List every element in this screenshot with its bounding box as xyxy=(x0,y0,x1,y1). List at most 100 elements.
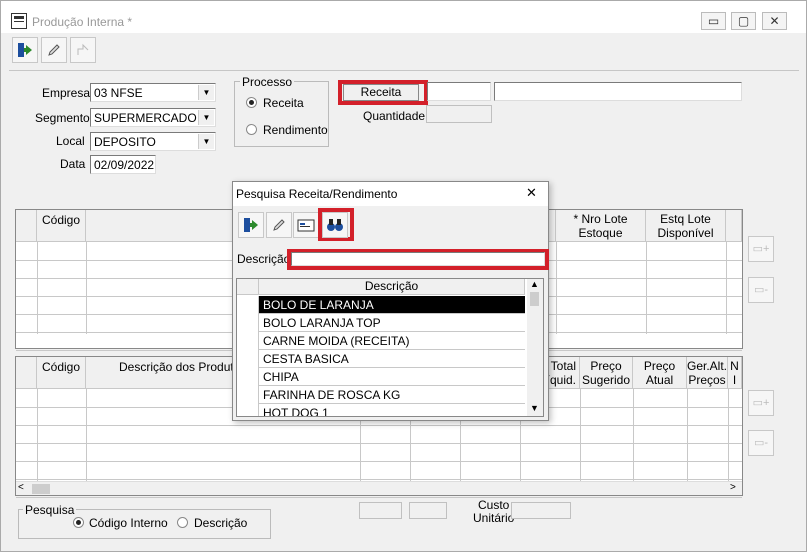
new-icon xyxy=(77,43,89,55)
dialog-exit-button[interactable] xyxy=(238,212,264,238)
toolbar-separator xyxy=(9,70,799,71)
pesquisa-title: Pesquisa xyxy=(23,503,77,517)
window-title: Produção Interna * xyxy=(32,15,133,29)
new-button[interactable] xyxy=(70,37,96,63)
receita-desc-field[interactable] xyxy=(494,82,742,101)
scroll-thumb[interactable] xyxy=(530,292,539,306)
custo-unitario-field xyxy=(511,502,571,519)
radio-descricao[interactable] xyxy=(177,517,188,528)
segmento-value: SUPERMERCADO xyxy=(94,111,197,125)
radio-receita[interactable] xyxy=(246,97,257,108)
grid-col-line xyxy=(37,242,38,334)
dialog-close-button[interactable]: ✕ xyxy=(526,185,537,201)
receita-code-field[interactable] xyxy=(427,82,491,101)
dialog-descricao-label: Descrição xyxy=(237,252,291,266)
list-item[interactable]: BOLO LARANJA TOP xyxy=(259,314,525,332)
total-field-1 xyxy=(359,502,402,519)
total-field-2 xyxy=(409,502,447,519)
grid1-add-button[interactable]: ▭+ xyxy=(748,236,774,262)
exit-icon xyxy=(18,43,32,57)
grid-col-line xyxy=(728,389,729,481)
pencil-icon xyxy=(273,219,285,231)
data-field[interactable]: 02/09/2022 xyxy=(90,155,156,174)
pencil-icon xyxy=(48,44,60,56)
processo-group xyxy=(234,81,329,147)
radio-receita-label[interactable]: Receita xyxy=(263,96,304,110)
row-indicator-column xyxy=(237,296,259,416)
grid-col-line xyxy=(86,242,87,334)
app-icon xyxy=(11,13,27,29)
col-n: N I xyxy=(728,357,742,389)
grid2-remove-button[interactable]: ▭- xyxy=(748,430,774,456)
horizontal-scrollbar[interactable]: < > xyxy=(16,481,742,495)
maximize-button[interactable]: ▢ xyxy=(731,12,756,30)
list-item[interactable]: CHIPA xyxy=(259,368,525,386)
vertical-scrollbar[interactable]: ▲ ▼ xyxy=(527,279,543,416)
grid-col-line xyxy=(726,242,727,334)
col-preco-atual: Preço Atual xyxy=(633,357,687,389)
local-label: Local xyxy=(56,134,85,148)
grid-col-line xyxy=(580,389,581,481)
empresa-label: Empresa xyxy=(42,86,91,100)
radio-rendimento[interactable] xyxy=(246,124,257,135)
scroll-left-icon[interactable]: < xyxy=(18,482,24,493)
close-button[interactable]: ✕ xyxy=(762,12,787,30)
scroll-thumb[interactable] xyxy=(32,484,50,494)
quantidade-label: Quantidade xyxy=(363,109,426,123)
exit-icon xyxy=(244,218,258,232)
segmento-label: Segmento xyxy=(35,111,90,125)
grid1-remove-button[interactable]: ▭- xyxy=(748,277,774,303)
grid-col-line xyxy=(646,242,647,334)
edit-button[interactable] xyxy=(41,37,67,63)
empresa-value: 03 NFSE xyxy=(94,86,143,100)
local-value: DEPOSITO xyxy=(94,135,156,149)
chevron-down-icon[interactable]: ▼ xyxy=(198,110,214,125)
scroll-right-icon[interactable]: > xyxy=(730,482,736,493)
radio-descricao-label[interactable]: Descrição xyxy=(194,516,247,530)
scroll-up-icon[interactable]: ▲ xyxy=(530,279,539,289)
dialog-search-button[interactable] xyxy=(322,212,348,238)
col-extra xyxy=(726,210,742,242)
list-item[interactable]: CESTA BASICA xyxy=(259,350,525,368)
radio-rendimento-label[interactable]: Rendimento xyxy=(263,123,328,137)
segmento-combo[interactable]: SUPERMERCADO ▼ xyxy=(90,108,216,127)
dialog-descricao-field[interactable] xyxy=(291,252,545,266)
grid-row-line xyxy=(16,497,742,498)
processo-title: Processo xyxy=(240,75,295,89)
col-codigo: Código xyxy=(37,210,86,242)
grid-col-line xyxy=(37,389,38,481)
list-header: Descrição xyxy=(259,279,525,295)
chevron-down-icon[interactable]: ▼ xyxy=(198,85,214,100)
grid-col-line xyxy=(556,242,557,334)
grid-col-line xyxy=(633,389,634,481)
radio-codigo-interno-label[interactable]: Código Interno xyxy=(89,516,168,530)
title-bar: Produção Interna * ▭ ▢ ✕ xyxy=(1,1,806,33)
col-ger-alt-precos: Ger.Alt. Preços xyxy=(687,357,728,389)
receita-button[interactable]: Receita xyxy=(343,84,419,101)
chevron-down-icon[interactable]: ▼ xyxy=(198,134,214,149)
search-dialog: Pesquisa Receita/Rendimento ✕ Descrição … xyxy=(232,181,549,421)
results-list[interactable]: Descrição BOLO DE LARANJA BOLO LARANJA T… xyxy=(236,278,544,417)
empresa-combo[interactable]: 03 NFSE ▼ xyxy=(90,83,216,102)
custo-unitario-label: Custo Unitário xyxy=(473,498,515,525)
col-nro-lote: * Nro Lote Estoque xyxy=(556,210,646,242)
grid-col-line xyxy=(687,389,688,481)
exit-button[interactable] xyxy=(12,37,38,63)
quantidade-field[interactable] xyxy=(426,105,492,123)
minimize-button[interactable]: ▭ xyxy=(701,12,726,30)
scroll-down-icon[interactable]: ▼ xyxy=(530,403,539,413)
dialog-card-button[interactable] xyxy=(293,212,319,238)
list-item[interactable]: BOLO DE LARANJA xyxy=(259,296,525,314)
grid-col-line xyxy=(86,389,87,481)
local-combo[interactable]: DEPOSITO ▼ xyxy=(90,132,216,151)
grid-corner xyxy=(16,357,37,389)
list-item[interactable]: HOT DOG 1 xyxy=(259,404,525,416)
grid2-add-button[interactable]: ▭+ xyxy=(748,390,774,416)
list-item[interactable]: CARNE MOIDA (RECEITA) xyxy=(259,332,525,350)
list-item[interactable]: FARINHA DE ROSCA KG xyxy=(259,386,525,404)
data-label: Data xyxy=(60,157,86,171)
dialog-edit-button[interactable] xyxy=(266,212,292,238)
binoculars-icon xyxy=(327,219,343,231)
radio-codigo-interno[interactable] xyxy=(73,517,84,528)
col-preco-sugerido: Preço Sugerido xyxy=(580,357,633,389)
